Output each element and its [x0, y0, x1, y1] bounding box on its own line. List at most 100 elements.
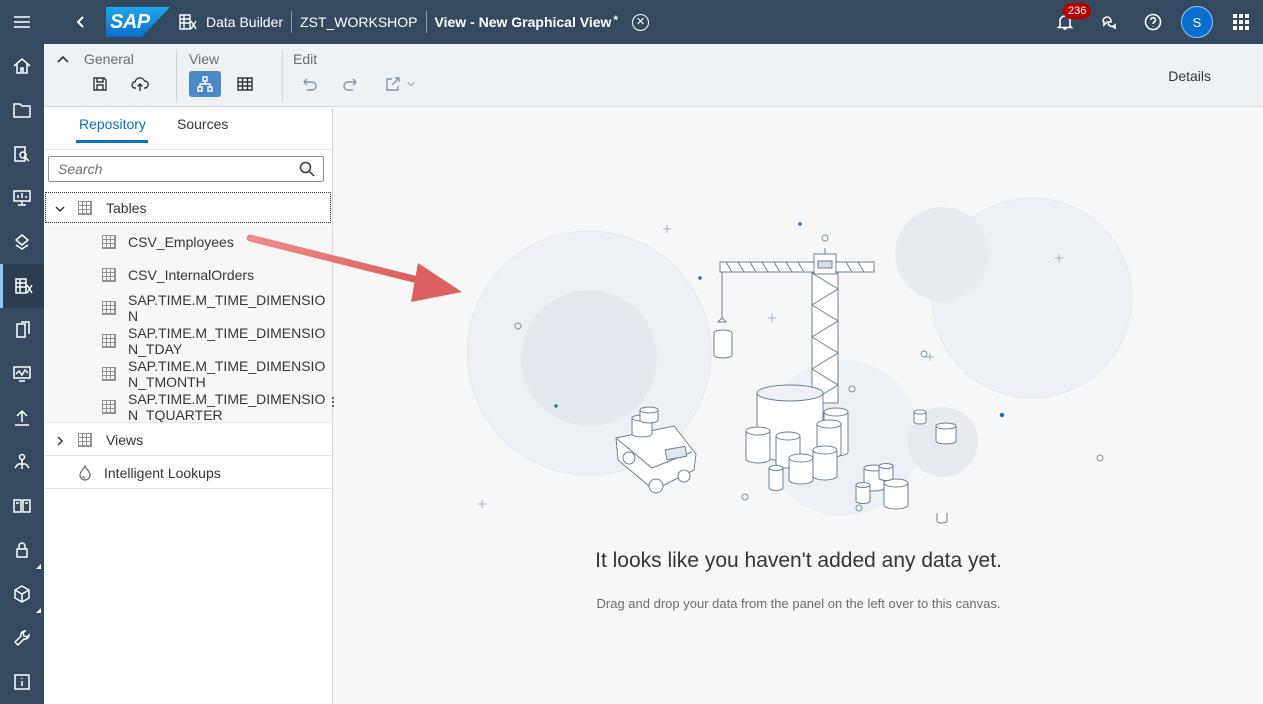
info-icon[interactable] [0, 660, 44, 704]
chevron-down-icon [407, 82, 415, 87]
data-search-icon[interactable] [0, 132, 44, 176]
tree-item-table[interactable]: SAP.TIME.M_TIME_DIMENSIO N_TQUARTER [44, 390, 332, 423]
table-icon [78, 200, 92, 215]
table-icon [102, 333, 116, 348]
toolbar-group-general: General [44, 44, 174, 107]
details-button[interactable]: Details [1168, 68, 1211, 84]
divider [176, 50, 177, 102]
side-navigation [0, 0, 44, 704]
tab-indicator [76, 140, 148, 143]
chevron-down-icon[interactable] [54, 202, 66, 214]
repository-panel: Repository Sources Tables CSV_Employees … [44, 108, 333, 704]
divider [425, 11, 427, 33]
cloud-upload-icon [131, 77, 149, 91]
group-label-view: View [189, 51, 220, 67]
menu-icon[interactable] [0, 0, 44, 44]
wrench-icon[interactable] [0, 616, 44, 660]
shell-bar: SAP Data Builder ZST_WORKSHOP View - New… [44, 0, 1263, 44]
table-name: CSV_Employees [128, 233, 234, 250]
space-name[interactable]: ZST_WORKSHOP [300, 14, 417, 30]
data-builder-icon [178, 12, 198, 32]
product-switch-button[interactable] [1219, 0, 1263, 44]
empty-state-subtitle: Drag and drop your data from the panel o… [596, 596, 1001, 611]
breadcrumb: Data Builder ZST_WORKSHOP View - New Gra… [170, 0, 650, 44]
table-name: SAP.TIME.M_TIME_DIMENSIO N_TDAY [128, 324, 326, 357]
home-icon[interactable] [0, 44, 44, 88]
lookup-icon [78, 464, 92, 481]
group-label-edit: Edit [293, 51, 318, 67]
tree-label: Intelligent Lookups [104, 464, 221, 481]
feedback-icon [1102, 16, 1116, 30]
tree-node-tables[interactable]: Tables [44, 191, 332, 224]
user-menu-button[interactable]: S [1175, 0, 1219, 44]
tree-node-intelligent-lookups[interactable]: Intelligent Lookups [44, 456, 332, 489]
unsaved-marker: * [613, 13, 619, 27]
table-icon [102, 399, 116, 414]
back-button[interactable] [64, 0, 98, 44]
monitor-icon[interactable] [0, 352, 44, 396]
notifications-button[interactable]: 236 [1043, 0, 1092, 44]
annotation-arrow [246, 234, 462, 302]
tab-sources[interactable]: Sources [177, 116, 228, 132]
sitemap-person-icon[interactable] [0, 440, 44, 484]
deploy-button[interactable] [124, 71, 156, 97]
help-button[interactable] [1131, 0, 1175, 44]
divider [282, 50, 283, 102]
tree-node-views[interactable]: Views [44, 423, 332, 456]
graphical-view-canvas[interactable]: It looks like you haven't added any data… [334, 108, 1263, 704]
data-builder-icon[interactable] [0, 264, 44, 308]
presentation-icon[interactable] [0, 176, 44, 220]
grid-icon [1233, 14, 1249, 30]
chevron-right-icon[interactable] [54, 434, 66, 446]
panel-tabs: Repository Sources [44, 108, 332, 150]
diagram-view-button[interactable] [189, 71, 221, 97]
book-icon[interactable] [0, 484, 44, 528]
chevron-left-icon [76, 16, 84, 28]
table-icon [102, 366, 116, 381]
sap-logo[interactable]: SAP [106, 7, 170, 37]
help-icon [1144, 13, 1162, 31]
group-label-general: General [84, 51, 134, 67]
search-field [48, 156, 324, 182]
lock-icon[interactable] [0, 528, 44, 572]
chevron-up-icon[interactable] [56, 53, 70, 67]
table-name: CSV_InternalOrders [128, 266, 255, 283]
share-icon [386, 77, 400, 91]
data-preview-button[interactable] [229, 71, 261, 97]
tree-label: Views [106, 431, 144, 448]
table-icon [102, 234, 116, 249]
folder-icon[interactable] [0, 88, 44, 132]
tree-item-table[interactable]: SAP.TIME.M_TIME_DIMENSIO N_TDAY [44, 324, 332, 357]
feedback-button[interactable] [1087, 0, 1131, 44]
save-button[interactable] [84, 71, 116, 97]
view-icon [78, 432, 92, 447]
tree-item-table[interactable]: SAP.TIME.M_TIME_DIMENSIO N_TMONTH [44, 357, 332, 390]
toolbar-group-view: View [184, 44, 279, 107]
undo-icon [303, 78, 317, 91]
empty-state-title: It looks like you haven't added any data… [595, 549, 1002, 572]
access-icon[interactable] [0, 308, 44, 352]
export-menu-button[interactable] [378, 71, 422, 97]
divider [44, 488, 332, 489]
tab-repository[interactable]: Repository [79, 116, 146, 132]
upload-icon[interactable] [0, 396, 44, 440]
table-icon [102, 267, 116, 282]
close-icon[interactable]: ✕ [632, 13, 650, 31]
model-icon[interactable] [0, 220, 44, 264]
package-icon[interactable] [0, 572, 44, 616]
table-icon [237, 77, 253, 91]
search-input[interactable] [49, 157, 289, 181]
table-icon [102, 300, 116, 315]
app-title[interactable]: Data Builder [206, 14, 283, 30]
toolbar-group-edit: Edit [288, 44, 438, 107]
undo-button[interactable] [294, 71, 326, 97]
table-name: SAP.TIME.M_TIME_DIMENSIO N_TMONTH [128, 357, 326, 390]
save-icon [93, 77, 107, 91]
tree-label: Tables [106, 199, 147, 216]
empty-state-illustration [466, 197, 1133, 524]
search-icon[interactable] [299, 161, 315, 177]
redo-button[interactable] [334, 71, 366, 97]
redo-icon [343, 78, 357, 91]
divider [291, 11, 293, 33]
editor-toolbar: General View Edit Details [44, 44, 1263, 107]
